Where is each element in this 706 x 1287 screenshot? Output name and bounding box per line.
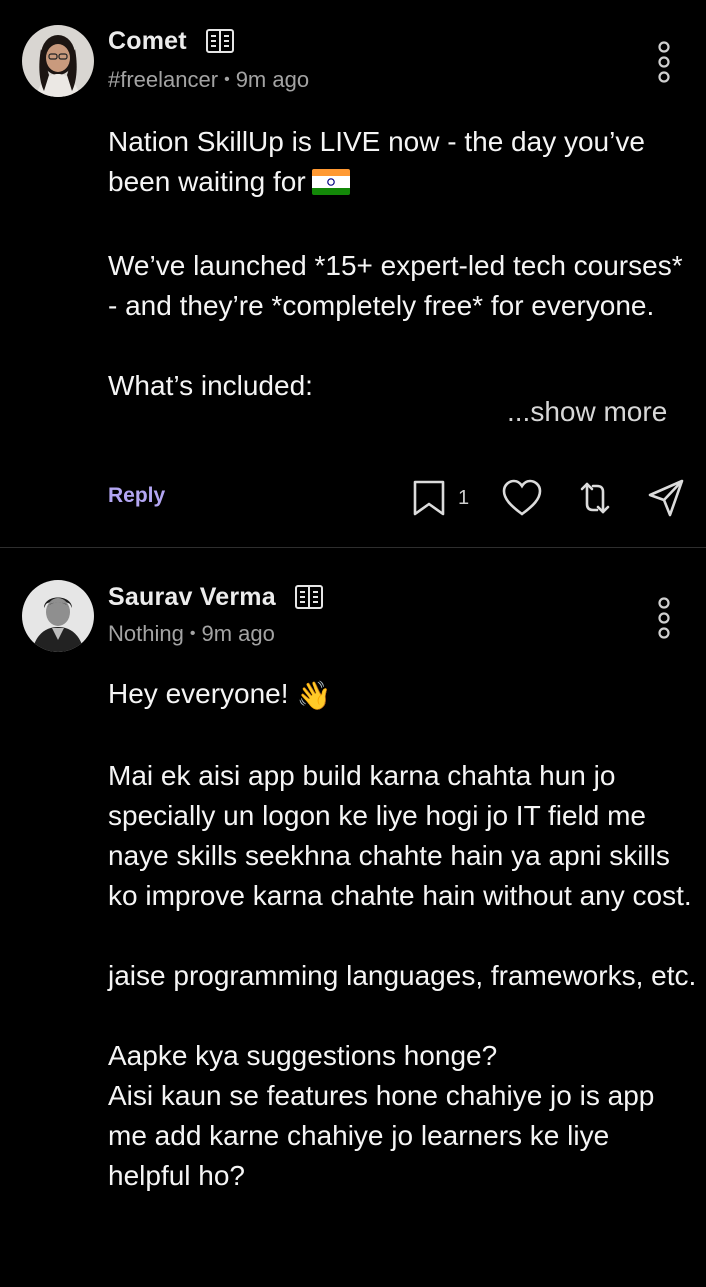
author-row: Saurav Verma	[108, 582, 324, 612]
post-paragraph: We’ve launched *15+ expert-led tech cour…	[108, 250, 683, 321]
action-bar: Reply 1	[0, 474, 706, 524]
comment-count: 1	[458, 487, 470, 509]
avatar[interactable]	[22, 580, 94, 652]
post-time: 9m ago	[201, 621, 275, 646]
repost-icon[interactable]	[577, 478, 613, 518]
company-building-icon[interactable]	[205, 26, 235, 56]
author-name[interactable]: Comet	[108, 27, 187, 56]
author-name[interactable]: Saurav Verma	[108, 583, 276, 612]
post-card: Comet #freelancer • 9m ago Nation SkillU…	[0, 0, 706, 548]
more-options-icon[interactable]	[651, 40, 677, 84]
post-paragraph: Aisi kaun se features hone chahiye jo is…	[108, 1080, 655, 1191]
post-paragraph: Hey everyone!	[108, 678, 289, 709]
author-row: Comet	[108, 26, 235, 56]
show-more-link[interactable]: ...show more	[507, 396, 667, 428]
post-card: Saurav Verma Nothing • 9m ago Hey everyo…	[0, 548, 706, 1287]
post-meta: Nothing • 9m ago	[108, 621, 275, 647]
post-meta: #freelancer • 9m ago	[108, 67, 309, 93]
meta-separator: •	[224, 71, 230, 88]
meta-separator: •	[189, 625, 196, 642]
post-paragraph: Mai ek aisi app build karna chahta hun j…	[108, 760, 692, 911]
comment-icon[interactable]	[411, 478, 447, 518]
post-time: 9m ago	[235, 67, 310, 92]
post-paragraph: Nation SkillUp is LIVE now - the day you…	[108, 126, 645, 197]
reply-button[interactable]: Reply	[108, 484, 165, 508]
author-handle[interactable]: #freelancer	[108, 67, 218, 93]
heart-icon[interactable]	[501, 478, 543, 518]
more-options-icon[interactable]	[651, 596, 677, 640]
post-paragraph: Aapke kya suggestions honge?	[108, 1040, 498, 1071]
share-icon[interactable]	[647, 478, 685, 518]
india-flag-icon	[311, 166, 350, 206]
post-body: Nation SkillUp is LIVE now - the day you…	[108, 122, 698, 406]
avatar[interactable]	[22, 25, 94, 97]
author-handle[interactable]: Nothing	[108, 621, 184, 647]
company-building-icon[interactable]	[294, 582, 324, 612]
waving-hand-emoji: 👋	[296, 680, 332, 711]
post-body: Hey everyone! 👋 Mai ek aisi app build kar…	[108, 674, 698, 1196]
post-paragraph: jaise programming languages, frameworks,…	[108, 960, 697, 991]
